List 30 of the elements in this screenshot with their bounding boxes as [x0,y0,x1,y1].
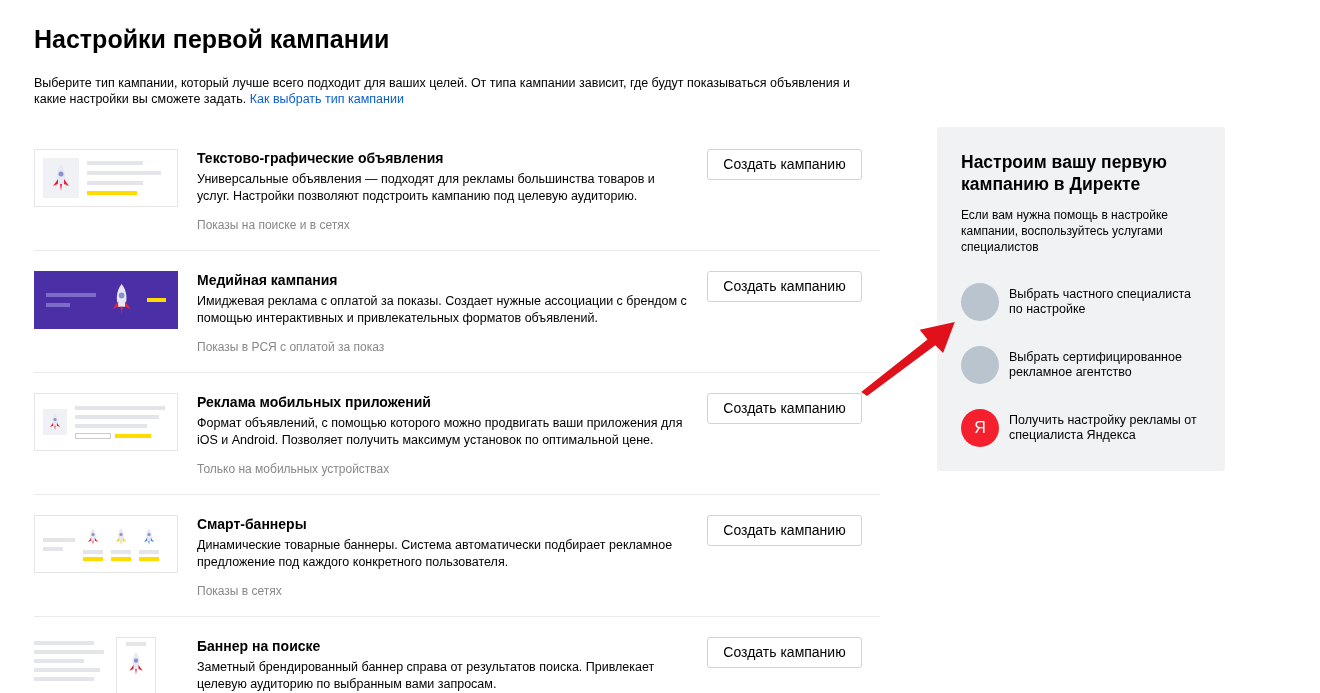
help-option-link[interactable]: Выбрать частного специалиста по настройке [1009,287,1201,317]
help-text: Если вам нужна помощь в настройке кампании, воспользуйтесь услугами специалистов [961,207,1169,255]
campaign-title: Медийная кампания [197,271,339,289]
campaign-description: Универсальные объявления — подходят для рекламы большинства товаров и услуг. Настройки позволяют подстроить кампанию под целевую аудиторию. [197,171,656,205]
create-campaign-button[interactable]: Создать кампанию [707,149,862,180]
create-campaign-button[interactable]: Создать кампанию [707,637,862,668]
placement-text: Показы в сетях [197,583,283,600]
campaign-description: Динамические товарные баннеры. Система автоматически подбирает рекламное предложение под каждого конкретного пользователя. [197,537,674,571]
placement-text: Только на мобильных устройствах [197,461,391,478]
page-title: Настройки первой кампании [34,24,391,54]
campaign-title: Смарт-баннеры [197,515,308,533]
create-campaign-button[interactable]: Создать кампанию [707,393,862,424]
photo-placeholder [961,346,999,384]
placement-text: Показы на поиске и в сетях [197,217,351,234]
help-option-link[interactable]: Получить настройку рекламы от специалиста Яндекса [1009,413,1201,443]
campaign-title: Реклама мобильных приложений [197,393,432,411]
campaign-description: Формат объявлений, с помощью которого можно продвигать ваши приложения для iOS и Android. Позволяет получить максимум установок по оптимальной цене. [197,415,684,449]
help-link[interactable]: Как выбрать тип кампании [249,92,404,106]
create-campaign-button[interactable]: Создать кампанию [707,515,862,546]
intro-text: Выберите тип кампании, который лучше всего подходит для ваших целей. От типа кампании зависит, где будут показываться объявления и какие настройки вы сможете задать. Как выбрать тип кампании [34,75,851,107]
create-campaign-button[interactable]: Создать кампанию [707,271,862,302]
placement-text: Показы в РСЯ с оплатой за показ [197,339,386,356]
campaign-title: Текстово-графические объявления [197,149,445,167]
campaign-description: Имиджевая реклама с оплатой за показы. Создает нужные ассоциации с брендом с помощью интерактивных и привлекательных форматов объявлений. [197,293,687,327]
campaign-description: Заметный брендированный баннер справа от результатов поиска. Привлекает целевую аудиторию по выбранным вами запросам. [197,659,656,693]
help-title: Настроим вашу первую кампанию в Директе [961,151,1169,195]
campaign-title: Баннер на поиске [197,637,322,655]
photo-placeholder [961,283,999,321]
help-option-link[interactable]: Выбрать сертифицированное рекламное агентство [1009,350,1201,380]
logo-icon: Я [961,409,999,447]
